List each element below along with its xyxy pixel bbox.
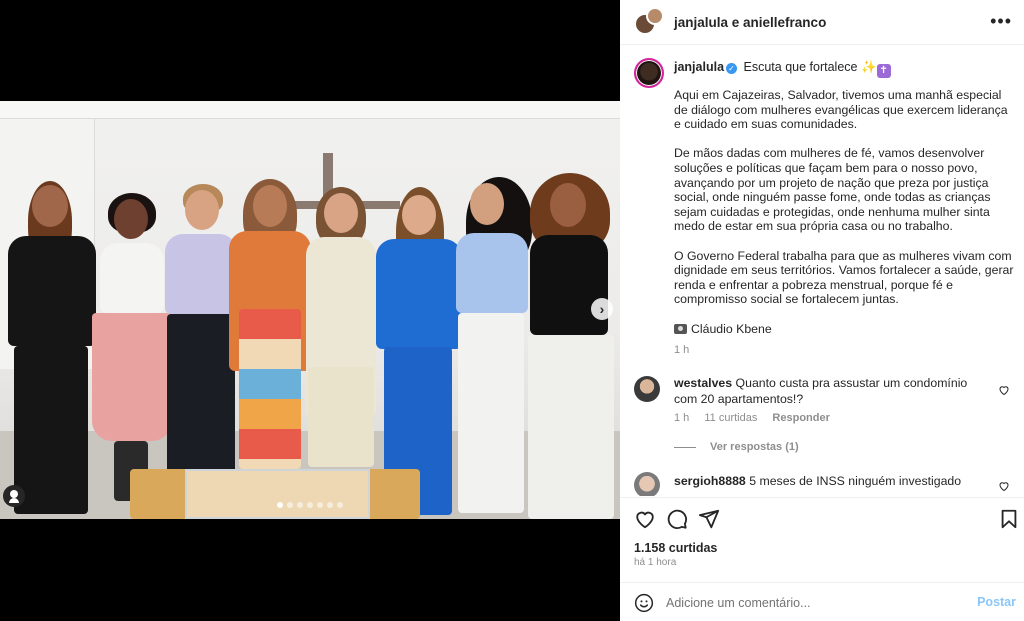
person-1 <box>0 181 105 519</box>
comment-body: 5 meses de INSS ninguém investigado <box>749 474 962 488</box>
comment-likes[interactable]: 11 curtidas <box>704 412 757 424</box>
divider <box>674 446 696 448</box>
action-bar <box>620 497 1024 537</box>
comment-composer: Postar <box>620 582 1024 621</box>
more-options-icon[interactable]: ••• <box>990 12 1012 30</box>
like-comment-heart-icon[interactable] <box>998 384 1010 396</box>
comment-meta: 1 h 11 curtidas Responder <box>674 412 842 424</box>
caption-paragraph: O Governo Federal trabalha para que as m… <box>674 248 1014 307</box>
comment-text: westalves Quanto custa pra assustar um c… <box>674 376 974 407</box>
wall-trim <box>0 101 620 119</box>
view-replies-button[interactable]: Ver respostas (1) <box>674 441 799 453</box>
post-time[interactable]: há 1 hora <box>634 557 676 568</box>
carousel-dot <box>317 502 323 508</box>
comment-username[interactable]: westalves <box>674 376 732 390</box>
caption-username[interactable]: janjalula <box>674 60 724 74</box>
carousel-dot <box>287 502 293 508</box>
comment-username[interactable]: sergioh8888 <box>674 474 746 488</box>
carousel-dot <box>337 502 343 508</box>
caption-title: Escuta que fortalece <box>743 60 858 74</box>
like-heart-icon[interactable] <box>634 508 656 530</box>
caption-paragraph: De mãos dadas com mulheres de fé, vamos … <box>674 146 991 234</box>
photo-credit-name: Cláudio Kbene <box>691 321 772 336</box>
caption-body: Aqui em Cajazeiras, Salvador, tivemos um… <box>674 88 1014 342</box>
person-4 <box>229 179 311 519</box>
comment-text: sergioh8888 5 meses de INSS ninguém inve… <box>674 474 974 490</box>
verified-badge-icon: ✓ <box>726 63 738 74</box>
photo-credit: Cláudio Kbene <box>674 322 1014 337</box>
emoji-smiley-icon[interactable] <box>634 593 654 613</box>
comment-time: 1 h <box>674 412 690 424</box>
reply-button[interactable]: Responder <box>772 412 829 424</box>
collab-avatars[interactable] <box>634 7 666 37</box>
acrylic-box <box>185 469 370 519</box>
like-comment-heart-icon[interactable] <box>998 480 1010 492</box>
avatar[interactable] <box>646 7 664 25</box>
latin-cross-icon: ✝ <box>876 64 891 78</box>
post-comment-button[interactable]: Postar <box>977 595 1016 609</box>
view-replies-label: Ver respostas (1) <box>710 441 799 453</box>
post-header: janjalula e aniellefranco ••• <box>620 0 1024 45</box>
camera-icon <box>674 323 687 334</box>
commenter-avatar[interactable] <box>634 376 660 402</box>
caption-headline: janjalula ✓ Escuta que fortalece ✨ ✝ <box>674 59 891 78</box>
post-photo[interactable] <box>0 101 620 519</box>
comment-bubble-icon[interactable] <box>666 508 688 530</box>
carousel-dot <box>277 502 283 508</box>
sparkles-icon: ✨ <box>860 60 877 74</box>
carousel-dot <box>327 502 333 508</box>
carousel-dot <box>307 502 313 508</box>
caption-paragraph: Aqui em Cajazeiras, Salvador, tivemos um… <box>674 88 1008 132</box>
person-8 <box>520 173 620 519</box>
likes-count[interactable]: 1.158 curtidas <box>634 541 717 555</box>
next-slide-button[interactable]: › <box>591 298 613 320</box>
carousel-dot <box>297 502 303 508</box>
share-paper-plane-icon[interactable] <box>698 508 720 530</box>
post-authors[interactable]: janjalula e aniellefranco <box>674 15 826 30</box>
comment-input[interactable] <box>666 592 956 614</box>
caption-time: 1 h <box>674 344 690 356</box>
carousel-dots <box>0 502 620 508</box>
commenter-avatar[interactable] <box>634 472 660 496</box>
comments-scroll[interactable]: janjalula ✓ Escuta que fortalece ✨ ✝ Aqui … <box>620 46 1024 496</box>
author-avatar[interactable] <box>634 58 664 88</box>
post-media: › <box>0 0 620 621</box>
save-bookmark-icon[interactable] <box>998 508 1020 530</box>
post-side-panel: janjalula e aniellefranco ••• janjalula ✓… <box>620 0 1024 621</box>
